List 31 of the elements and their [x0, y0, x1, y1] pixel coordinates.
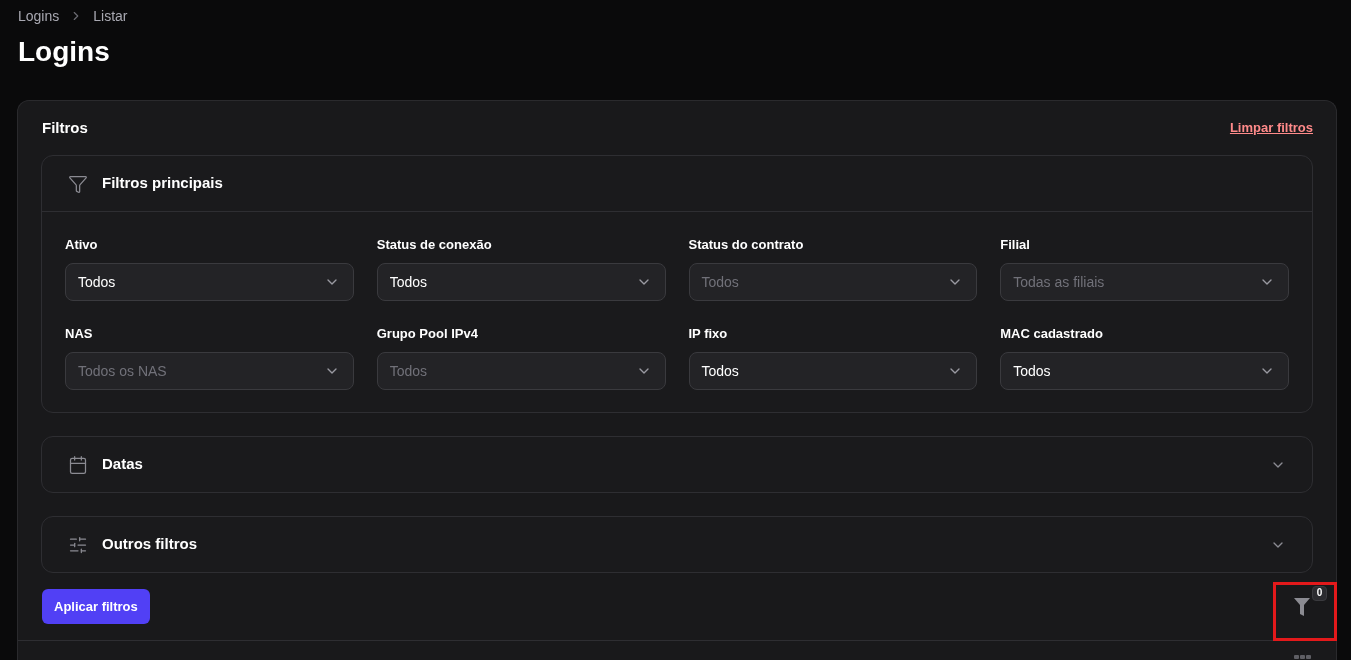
section-title: Datas — [102, 454, 144, 475]
sliders-icon — [68, 534, 88, 555]
count-badge: 0 — [1312, 585, 1327, 601]
apply-filters-button[interactable]: Aplicar filtros — [42, 589, 150, 624]
field-label: MAC cadastrado — [1000, 325, 1104, 343]
funnel-icon — [68, 173, 88, 194]
field-label: Status do contrato — [688, 236, 805, 254]
field-label: Grupo Pool IPv4 — [376, 325, 479, 343]
select-field[interactable]: Todos — [688, 352, 978, 390]
card-title: Filtros — [41, 117, 88, 138]
highlight-frame — [1273, 581, 1337, 641]
section-title: Filtros principais — [102, 173, 224, 194]
section-title: Outros filtros — [102, 534, 198, 555]
field-label: Status de conexão — [376, 236, 493, 254]
field-label: IP fixo — [688, 325, 729, 343]
section-header[interactable]: Outros filtros — [42, 517, 1312, 572]
field-label: Ativo — [65, 236, 99, 254]
select-field[interactable]: Todos — [1000, 352, 1289, 390]
columns-icon — [1294, 655, 1311, 659]
breadcrumb-link[interactable]: Listar — [93, 5, 128, 27]
page-title: Logins — [17, 35, 111, 69]
section-header[interactable]: Filtros principais — [42, 156, 1312, 212]
clear-filters-link[interactable]: Limpar filtros — [1229, 118, 1313, 138]
calendar-icon — [68, 454, 88, 475]
breadcrumb-link[interactable]: Logins — [18, 5, 60, 27]
funnel-icon — [1294, 597, 1310, 616]
field-label: NAS — [65, 325, 94, 343]
select-field[interactable]: Todos — [65, 263, 354, 301]
section-header[interactable]: Datas — [42, 437, 1312, 492]
field-label: Filial — [1000, 236, 1031, 254]
select-field[interactable]: Todos — [376, 263, 666, 301]
